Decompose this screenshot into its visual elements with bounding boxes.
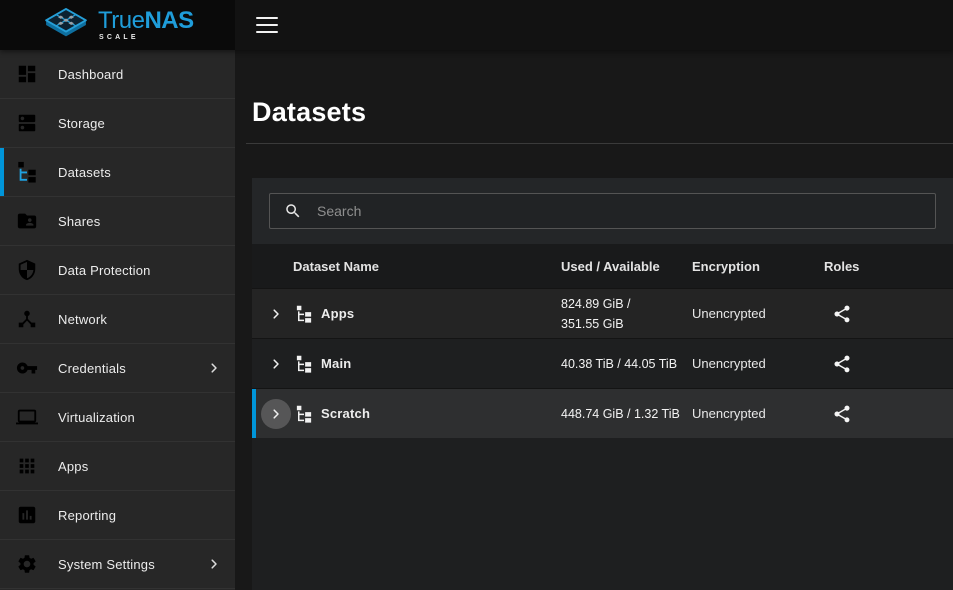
sidebar-item-label: Reporting bbox=[58, 508, 116, 523]
used-available-value: 448.74 GiB / 1.32 TiB bbox=[561, 404, 692, 424]
table-body: Apps 824.89 GiB / 351.55 GiB Unencrypted… bbox=[252, 288, 953, 438]
table-header: Dataset Name Used / Available Encryption… bbox=[252, 244, 953, 288]
sidebar-item-label: System Settings bbox=[58, 557, 155, 572]
gear-icon bbox=[16, 553, 38, 575]
dataset-name: Main bbox=[321, 356, 351, 371]
dashboard-icon bbox=[16, 63, 38, 85]
truenas-logo: TrueNAS SCALE bbox=[0, 0, 235, 50]
storage-icon bbox=[16, 112, 38, 134]
search-row bbox=[252, 178, 953, 244]
sidebar-item-datasets[interactable]: Datasets bbox=[0, 148, 235, 197]
sidebar-item-label: Virtualization bbox=[58, 410, 135, 425]
sidebar-item-label: Apps bbox=[58, 459, 88, 474]
sidebar-item-data-protection[interactable]: Data Protection bbox=[0, 246, 235, 295]
encryption-value: Unencrypted bbox=[692, 306, 824, 321]
expand-row-button[interactable] bbox=[261, 349, 291, 379]
sidebar-item-system-settings[interactable]: System Settings bbox=[0, 540, 235, 589]
sidebar-item-dashboard[interactable]: Dashboard bbox=[0, 50, 235, 99]
search-input[interactable] bbox=[302, 194, 925, 228]
sidebar-item-network[interactable]: Network bbox=[0, 295, 235, 344]
share-icon bbox=[832, 404, 852, 424]
sidebar-item-virtualization[interactable]: Virtualization bbox=[0, 393, 235, 442]
shares-icon bbox=[16, 210, 38, 232]
column-header-encryption: Encryption bbox=[692, 259, 824, 274]
sidebar-item-credentials[interactable]: Credentials bbox=[0, 344, 235, 393]
computer-icon bbox=[16, 406, 38, 428]
truenas-logo-icon bbox=[43, 7, 89, 43]
sidebar-item-apps[interactable]: Apps bbox=[0, 442, 235, 491]
network-icon bbox=[16, 308, 38, 330]
sidebar-item-label: Credentials bbox=[58, 361, 126, 376]
sidebar-item-label: Dashboard bbox=[58, 67, 123, 82]
chevron-right-icon bbox=[206, 556, 222, 572]
dataset-icon bbox=[295, 305, 313, 323]
chevron-right-icon bbox=[268, 406, 284, 422]
datasets-icon bbox=[16, 161, 38, 183]
main-content: Datasets Dataset Name Used / Available E… bbox=[235, 50, 953, 590]
column-header-dataset-name: Dataset Name bbox=[293, 259, 561, 274]
sidebar-item-label: Network bbox=[58, 312, 107, 327]
page-title: Datasets bbox=[235, 50, 953, 128]
bar-chart-icon bbox=[16, 504, 38, 526]
chevron-right-icon bbox=[268, 356, 284, 372]
sidebar-item-label: Shares bbox=[58, 214, 100, 229]
encryption-value: Unencrypted bbox=[692, 406, 824, 421]
expand-row-button[interactable] bbox=[261, 299, 291, 329]
chevron-right-icon bbox=[206, 360, 222, 376]
sidebar-item-label: Datasets bbox=[58, 165, 111, 180]
dataset-icon bbox=[295, 355, 313, 373]
datasets-card: Dataset Name Used / Available Encryption… bbox=[252, 178, 953, 590]
title-divider bbox=[246, 143, 953, 144]
search-icon bbox=[284, 202, 302, 220]
sidebar-item-label: Data Protection bbox=[58, 263, 151, 278]
share-icon bbox=[832, 354, 852, 374]
topbar: TrueNAS SCALE bbox=[0, 0, 953, 50]
table-row-scratch[interactable]: Scratch 448.74 GiB / 1.32 TiB Unencrypte… bbox=[252, 388, 953, 438]
hamburger-menu-icon[interactable] bbox=[256, 17, 278, 33]
table-row-apps[interactable]: Apps 824.89 GiB / 351.55 GiB Unencrypted bbox=[252, 288, 953, 338]
dataset-icon bbox=[295, 405, 313, 423]
key-icon bbox=[16, 357, 38, 379]
expand-row-button[interactable] bbox=[261, 399, 291, 429]
brand-subtitle: SCALE bbox=[98, 34, 194, 41]
sidebar-item-reporting[interactable]: Reporting bbox=[0, 491, 235, 540]
dataset-name: Apps bbox=[321, 306, 354, 321]
chevron-right-icon bbox=[268, 306, 284, 322]
share-icon bbox=[832, 304, 852, 324]
sidebar-item-storage[interactable]: Storage bbox=[0, 99, 235, 148]
column-header-used-available: Used / Available bbox=[561, 259, 692, 274]
search-box bbox=[269, 193, 936, 229]
dataset-name: Scratch bbox=[321, 406, 370, 421]
sidebar-item-shares[interactable]: Shares bbox=[0, 197, 235, 246]
sidebar-nav: Dashboard Storage Datasets Shares Data P… bbox=[0, 50, 235, 590]
encryption-value: Unencrypted bbox=[692, 356, 824, 371]
used-available-value: 40.38 TiB / 44.05 TiB bbox=[561, 354, 692, 374]
brand-name: TrueNAS bbox=[98, 10, 194, 32]
apps-grid-icon bbox=[16, 455, 38, 477]
used-available-value: 824.89 GiB / 351.55 GiB bbox=[561, 294, 692, 334]
sidebar-item-label: Storage bbox=[58, 116, 105, 131]
column-header-roles: Roles bbox=[824, 259, 953, 274]
table-row-main[interactable]: Main 40.38 TiB / 44.05 TiB Unencrypted bbox=[252, 338, 953, 388]
shield-icon bbox=[16, 259, 38, 281]
